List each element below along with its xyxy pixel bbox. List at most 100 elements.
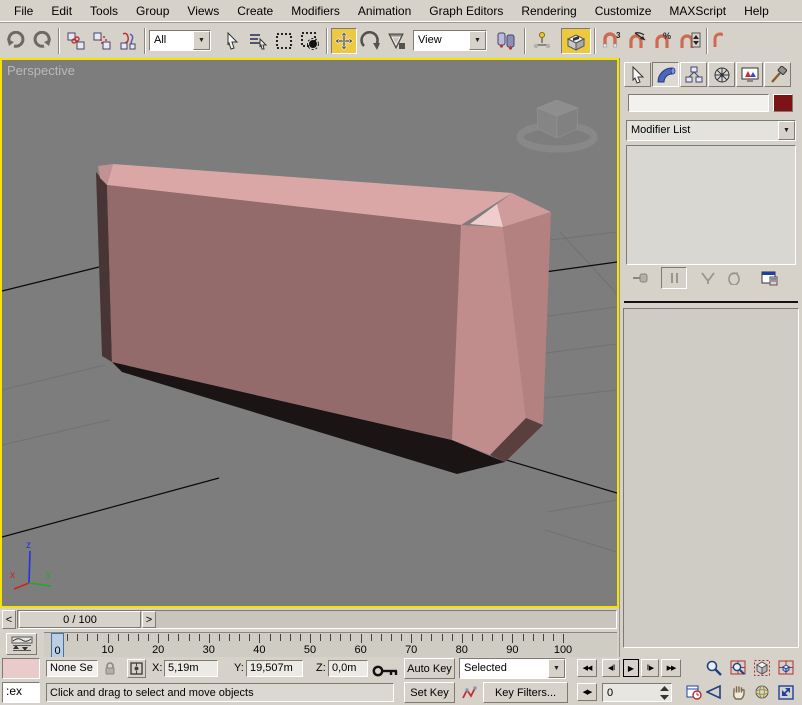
tab-hierarchy[interactable] (680, 62, 707, 87)
configure-modifier-sets-button[interactable] (757, 268, 781, 288)
chevron-down-icon[interactable]: ▼ (193, 31, 210, 50)
menu-customize[interactable]: Customize (587, 1, 660, 21)
clipped-toolbar-button[interactable] (711, 28, 725, 54)
reference-coordsys-combo[interactable]: View ▼ (413, 30, 487, 51)
x-coord-field[interactable]: 5,19m (164, 660, 218, 677)
macro-recorder-line[interactable] (2, 658, 40, 679)
modifier-stack-list[interactable] (626, 145, 796, 265)
zoom-extents-button[interactable] (751, 658, 773, 678)
show-end-result-button[interactable] (661, 267, 687, 289)
trackbar-ruler[interactable]: 1020304050607080901000 (44, 632, 617, 657)
chevron-down-icon[interactable]: ▼ (469, 31, 486, 50)
pin-stack-button[interactable] (629, 268, 653, 288)
key-mode-combo[interactable]: Selected ▼ (459, 658, 566, 679)
tab-motion[interactable] (708, 62, 735, 87)
trackbar-tick (553, 634, 554, 641)
selection-status-field[interactable]: None Se (46, 660, 98, 677)
arc-rotate-button[interactable] (751, 682, 773, 702)
track-bar-row: 1020304050607080901000 (0, 631, 619, 657)
object-color-swatch[interactable] (773, 94, 793, 112)
mini-curve-editor-button[interactable] (6, 633, 37, 655)
perspective-viewport[interactable]: z x y Perspective (0, 58, 619, 608)
zoom-extents-all-button[interactable] (775, 658, 797, 678)
frame-spinner[interactable] (659, 685, 670, 701)
snaps-toggle-button[interactable]: 3 (599, 28, 625, 54)
play-button[interactable]: ▶ (623, 659, 639, 677)
viewport-label[interactable]: Perspective (7, 63, 75, 78)
select-and-scale-button[interactable] (383, 28, 409, 54)
undo-button[interactable] (3, 28, 29, 54)
make-unique-button[interactable] (697, 268, 719, 288)
field-of-view-button[interactable] (703, 682, 725, 702)
transform-type-in-key[interactable] (372, 665, 398, 681)
absolute-relative-toggle[interactable] (127, 659, 146, 678)
select-and-rotate-button[interactable] (357, 28, 383, 54)
select-by-name-button[interactable] (245, 28, 271, 54)
remove-modifier-button[interactable] (723, 268, 745, 288)
menu-tools[interactable]: Tools (82, 1, 126, 21)
time-prev-button[interactable]: < (2, 610, 16, 629)
maximize-viewport-button[interactable] (775, 682, 797, 702)
current-frame-marker[interactable]: 0 (51, 633, 64, 658)
menu-create[interactable]: Create (229, 1, 281, 21)
key-filters-button[interactable]: Key Filters... (483, 682, 568, 703)
tab-modify[interactable] (652, 62, 679, 87)
auto-key-button[interactable]: Auto Key (404, 658, 455, 679)
chevron-down-icon[interactable]: ▼ (548, 659, 565, 678)
pan-view-button[interactable] (727, 682, 749, 702)
menu-help[interactable]: Help (736, 1, 777, 21)
selection-lock-button[interactable] (102, 660, 118, 677)
select-and-move-button[interactable] (331, 28, 357, 54)
selection-filter-combo[interactable]: All ▼ (149, 30, 211, 51)
menu-maxscript[interactable]: MAXScript (661, 1, 734, 21)
go-to-start-button[interactable]: ◀◀ (577, 659, 597, 677)
tab-create[interactable] (624, 62, 651, 87)
time-slider-track[interactable]: 0 / 100 > (17, 610, 617, 629)
select-and-manipulate-button[interactable] (529, 28, 555, 54)
time-slider-handle[interactable]: 0 / 100 (19, 611, 141, 628)
go-to-end-button[interactable]: ▶▶ (661, 659, 681, 677)
menu-file[interactable]: File (6, 1, 41, 21)
current-frame-field[interactable]: 0 (602, 683, 672, 702)
y-coord-field[interactable]: 19,507m (246, 660, 303, 677)
zoom-all-button[interactable] (727, 658, 749, 678)
new-key-default-inout-button[interactable] (459, 682, 480, 703)
zoom-button[interactable] (703, 658, 725, 678)
bind-to-spacewarp-button[interactable] (115, 28, 141, 54)
menu-views[interactable]: Views (179, 1, 227, 21)
chevron-down-icon[interactable]: ▼ (778, 121, 795, 140)
tab-utilities[interactable] (764, 62, 791, 87)
menu-edit[interactable]: Edit (43, 1, 80, 21)
menu-animation[interactable]: Animation (350, 1, 419, 21)
spinner-snap-button[interactable] (677, 28, 703, 54)
key-mode-toggle-button[interactable]: ◀▶ (577, 683, 597, 701)
menu-rendering[interactable]: Rendering (513, 1, 584, 21)
menu-modifiers[interactable]: Modifiers (283, 1, 348, 21)
unlink-selection-button[interactable] (89, 28, 115, 54)
set-key-button[interactable]: Set Key (404, 682, 455, 703)
next-frame-button[interactable]: ‖▶ (641, 659, 659, 677)
tab-display[interactable] (736, 62, 763, 87)
select-and-link-button[interactable] (63, 28, 89, 54)
time-configuration-button[interactable] (684, 683, 704, 702)
time-next-button[interactable]: > (142, 611, 156, 628)
object-name-field[interactable] (628, 94, 769, 112)
use-center-button[interactable] (491, 28, 521, 54)
time-configuration-icon (686, 685, 702, 700)
previous-frame-button[interactable]: ◀‖ (602, 659, 620, 677)
redo-button[interactable] (29, 28, 55, 54)
select-object-button[interactable] (219, 28, 245, 54)
viewport-canvas[interactable]: z x y (2, 60, 617, 606)
maxscript-mini-listener[interactable]: :ex (2, 682, 40, 703)
pin-stack-icon (632, 271, 650, 285)
percent-snap-button[interactable]: % (651, 28, 677, 54)
modifier-list-combo[interactable]: Modifier List ▼ (626, 120, 796, 141)
menu-group[interactable]: Group (128, 1, 177, 21)
window-crossing-button[interactable] (297, 28, 323, 54)
rectangular-selection-button[interactable] (271, 28, 297, 54)
keyboard-override-button[interactable] (561, 28, 591, 54)
menu-graph-editors[interactable]: Graph Editors (421, 1, 511, 21)
viewcube[interactable] (520, 100, 594, 149)
z-coord-field[interactable]: 0,0m (328, 660, 368, 677)
angle-snap-button[interactable] (625, 28, 651, 54)
